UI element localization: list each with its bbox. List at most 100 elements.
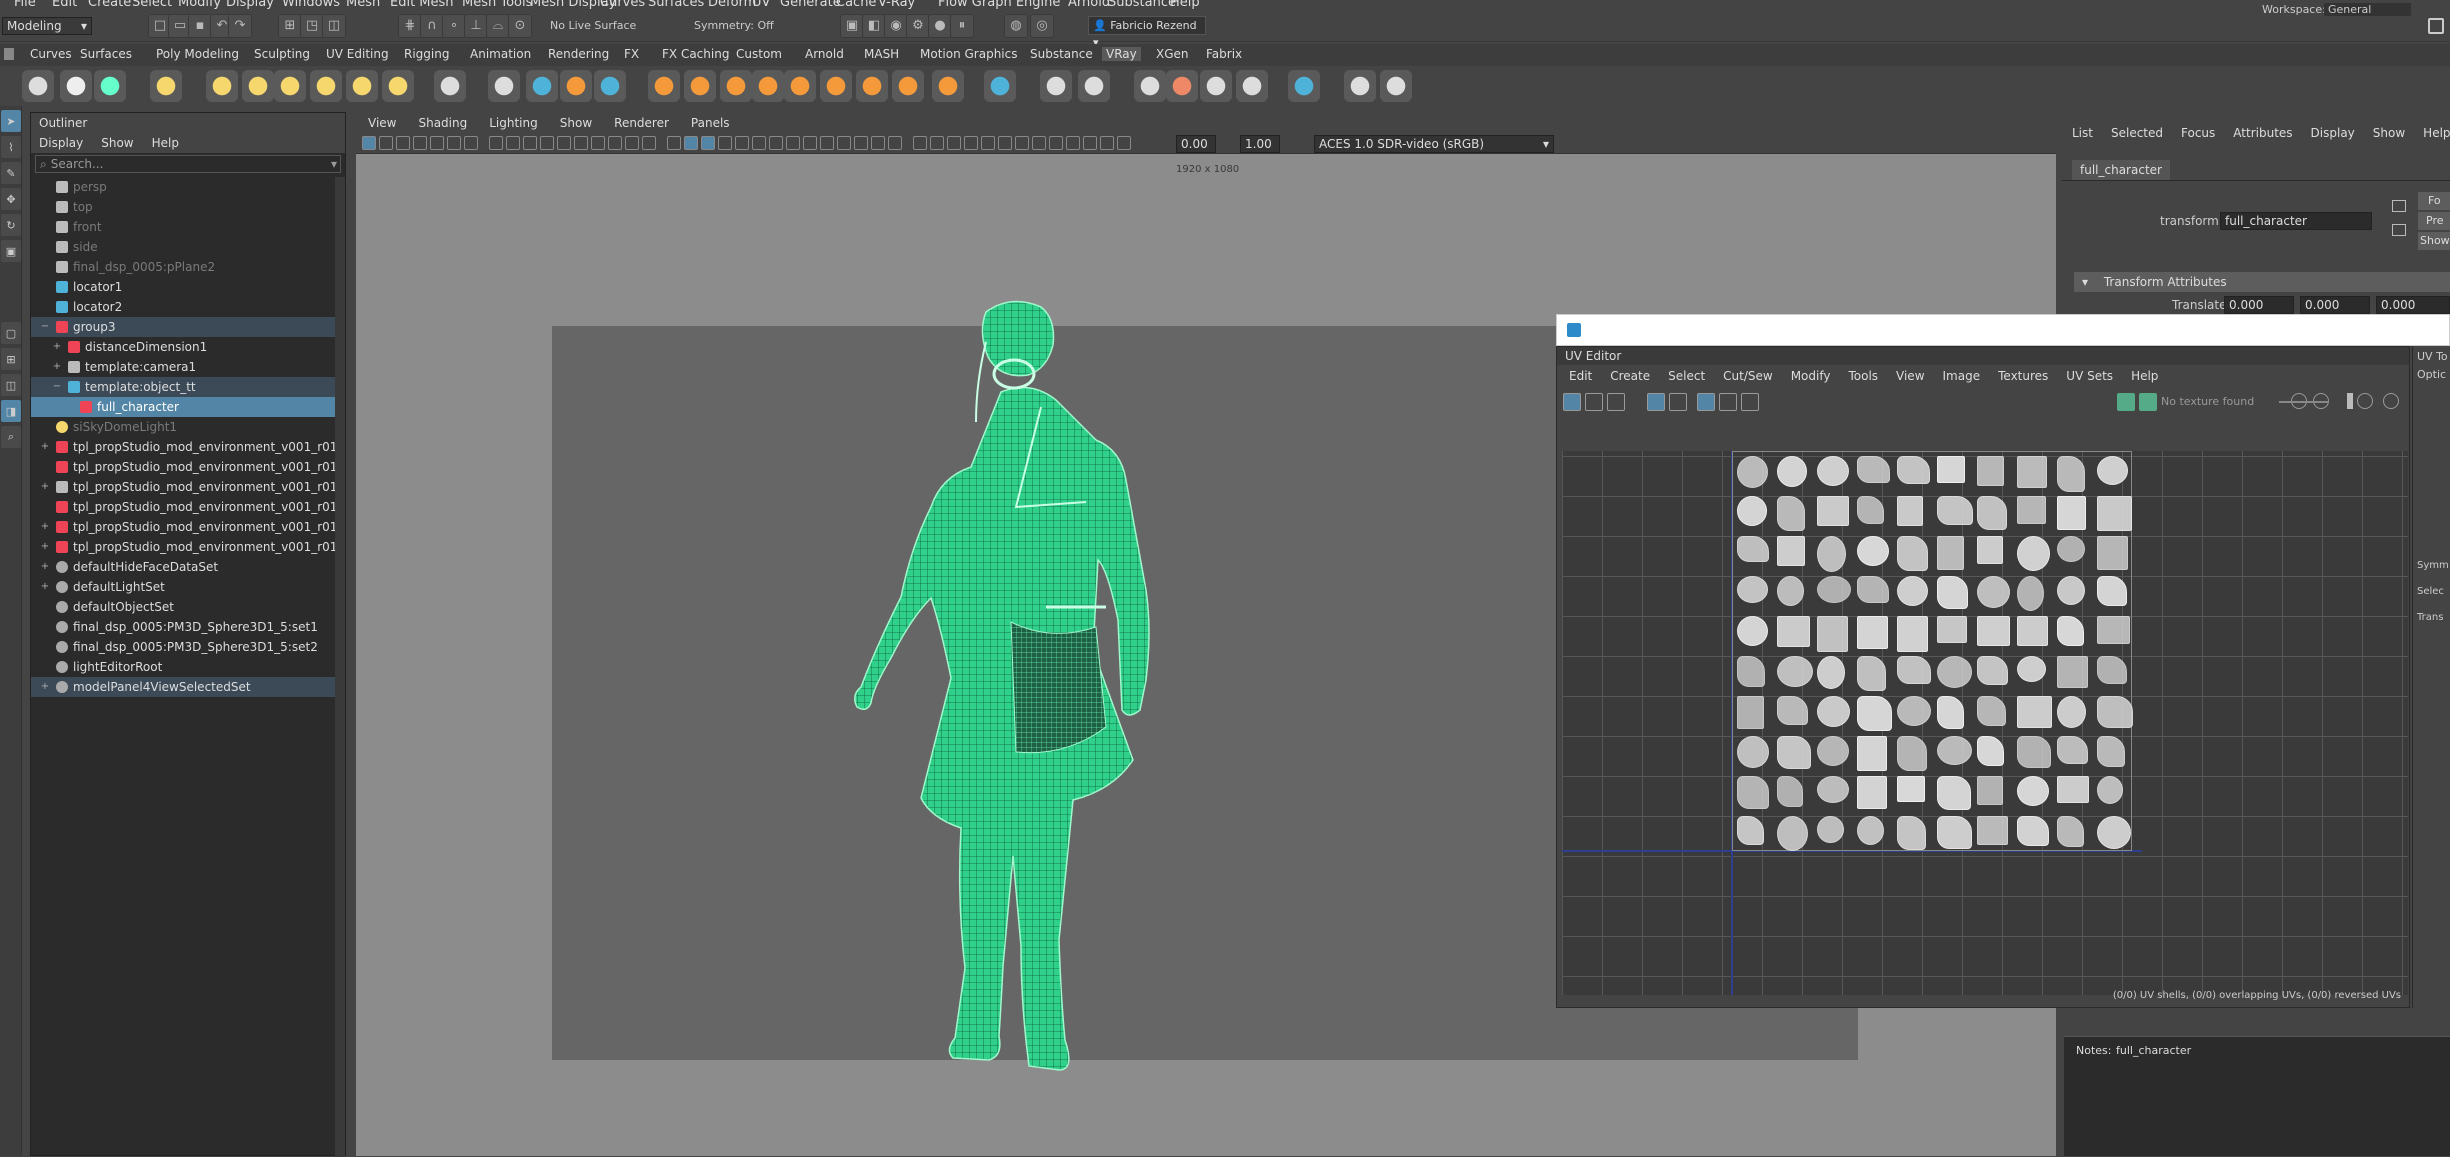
proxy-icon[interactable] <box>488 70 520 102</box>
shelf-settings-icon[interactable] <box>4 48 14 60</box>
tab-rendering[interactable]: Rendering <box>548 47 609 61</box>
expand-icon[interactable]: + <box>39 561 51 573</box>
viewport-tool-icon[interactable] <box>379 136 393 150</box>
expand-icon[interactable]: + <box>51 361 63 373</box>
tab-uv-editing[interactable]: UV Editing <box>326 47 389 61</box>
tab-animation[interactable]: Animation <box>470 47 531 61</box>
paint-select-icon[interactable]: ✎ <box>1 162 21 184</box>
attr-menu-selected[interactable]: Selected <box>2111 126 2163 154</box>
outliner-row[interactable]: tpl_propStudio_mod_environment_v001_r011… <box>31 497 345 517</box>
viewport-tool-icon[interactable] <box>1117 136 1131 150</box>
character-wireframe[interactable] <box>836 282 1176 1156</box>
workspace-value[interactable]: General <box>2324 3 2412 16</box>
redo-icon[interactable]: ↷ <box>228 14 252 38</box>
outliner-row[interactable]: − template:object_tt <box>31 377 345 397</box>
focus-button[interactable]: Fo <box>2418 192 2450 210</box>
attr-menu-show[interactable]: Show <box>2373 126 2405 154</box>
menu-uv[interactable]: UV <box>752 0 770 10</box>
viewport-tool-icon[interactable] <box>396 136 410 150</box>
ipr-icon[interactable]: ◉ <box>884 14 908 38</box>
viewport-tool-icon[interactable] <box>718 136 732 150</box>
uv-menu-create[interactable]: Create <box>1610 365 1650 387</box>
show-button[interactable]: Show <box>2418 232 2450 250</box>
viewport-tool-icon[interactable] <box>998 136 1012 150</box>
menu-substance[interactable]: Substance <box>1108 0 1176 10</box>
snap-curve-icon[interactable]: ∩ <box>420 14 444 38</box>
vray-plane-icon[interactable] <box>434 70 466 102</box>
clipper-icon[interactable] <box>684 70 716 102</box>
menu-generate[interactable]: Generate <box>780 0 841 10</box>
outliner-scrollbar[interactable] <box>335 177 345 1157</box>
viewport-menu-renderer[interactable]: Renderer <box>614 112 669 134</box>
outliner-row[interactable]: persp <box>31 177 345 197</box>
viewport-tool-icon[interactable] <box>981 136 995 150</box>
tab-vray[interactable]: VRay <box>1102 47 1141 61</box>
viewport-tool-icon[interactable] <box>1066 136 1080 150</box>
uv-menu-help[interactable]: Help <box>2131 365 2158 387</box>
viewport-menu-lighting[interactable]: Lighting <box>489 112 538 134</box>
outliner-menu-display[interactable]: Display <box>39 133 83 153</box>
viewport-tool-icon[interactable] <box>489 136 503 150</box>
user-button[interactable]: 👤 Fabricio Rezend ▾ <box>1088 16 1206 49</box>
chevron-down-icon[interactable]: ▾ <box>331 157 337 171</box>
viewport-tool-icon[interactable] <box>820 136 834 150</box>
outliner-row[interactable]: + distanceDimension1 <box>31 337 345 357</box>
viewport-tool-icon[interactable] <box>523 136 537 150</box>
viewport-tool-icon[interactable] <box>1100 136 1114 150</box>
expand-icon[interactable]: + <box>39 441 51 453</box>
menu-arnold[interactable]: Arnold <box>1068 0 1110 10</box>
select-hierarchy-icon[interactable]: ⊞ <box>278 14 302 38</box>
color-picker-icon[interactable] <box>1166 70 1198 102</box>
tab-custom[interactable]: Custom <box>736 47 782 61</box>
viewport-tool-icon[interactable] <box>871 136 885 150</box>
bake-icon[interactable] <box>892 70 924 102</box>
outliner-row[interactable]: defaultObjectSet <box>31 597 345 617</box>
uv-tool-icon[interactable] <box>1669 393 1687 411</box>
snap-view-icon[interactable]: ⊥ <box>464 14 488 38</box>
tab-xgen[interactable]: XGen <box>1156 47 1189 61</box>
viewport-tool-icon[interactable] <box>362 136 376 150</box>
ipr-icon[interactable] <box>94 70 126 102</box>
outliner-row[interactable]: final_dsp_0005:pPlane2 <box>31 257 345 277</box>
uv-menu-select[interactable]: Select <box>1668 365 1705 387</box>
select-object-icon[interactable]: ◳ <box>300 14 324 38</box>
viewport-tool-icon[interactable] <box>930 136 944 150</box>
render-settings-icon[interactable]: ⚙ <box>906 14 930 38</box>
layout-persp-outliner-icon[interactable]: ◨ <box>1 400 21 422</box>
viewport-tool-icon[interactable] <box>735 136 749 150</box>
fur-icon[interactable] <box>648 70 680 102</box>
menu-help[interactable]: Help <box>1170 0 1200 10</box>
outliner-row[interactable]: full_character <box>31 397 345 417</box>
settings-icon[interactable] <box>932 70 964 102</box>
outliner-row[interactable]: + defaultLightSet <box>31 577 345 597</box>
outliner-row[interactable]: + template:camera1 <box>31 357 345 377</box>
viewport-tool-icon[interactable] <box>1083 136 1097 150</box>
tab-rigging[interactable]: Rigging <box>404 47 449 61</box>
viewport-tool-icon[interactable] <box>430 136 444 150</box>
expand-icon[interactable]: + <box>39 521 51 533</box>
menu-modify[interactable]: Modify <box>178 0 221 10</box>
expand-icon[interactable]: + <box>39 681 51 693</box>
translate-x-field[interactable]: 0.000 <box>2224 296 2294 314</box>
blend-icon[interactable] <box>856 70 888 102</box>
viewport-tool-icon[interactable] <box>464 136 478 150</box>
uv-menu-tools[interactable]: Tools <box>1848 365 1878 387</box>
layout-four-icon[interactable]: ⊞ <box>1 348 21 370</box>
uv-menu-modify[interactable]: Modify <box>1791 365 1831 387</box>
uv-editor-titlebar[interactable] <box>1556 314 2450 346</box>
outliner-row[interactable]: side <box>31 237 345 257</box>
menu-flow-graph-engine[interactable]: Flow Graph Engine <box>938 0 1060 10</box>
scale-tool-icon[interactable]: ▣ <box>1 240 21 262</box>
viewport-tool-icon[interactable] <box>888 136 902 150</box>
viewport-tool-icon[interactable] <box>447 136 461 150</box>
collapse-icon[interactable]: − <box>39 321 51 333</box>
symmetry-label[interactable]: Symmetry: Off <box>694 19 774 32</box>
uv-menu-cutsew[interactable]: Cut/Sew <box>1723 365 1773 387</box>
menu-edit[interactable]: Edit <box>52 0 77 10</box>
sidebar-toggle-icon[interactable] <box>2428 18 2444 34</box>
vray-render-icon[interactable] <box>22 70 54 102</box>
viewport-menu-shading[interactable]: Shading <box>418 112 467 134</box>
menu-mesh-tools[interactable]: Mesh Tools <box>462 0 532 10</box>
outliner-row[interactable]: + tpl_propStudio_mod_environment_v001_r01… <box>31 517 345 537</box>
expand-icon[interactable]: + <box>39 541 51 553</box>
